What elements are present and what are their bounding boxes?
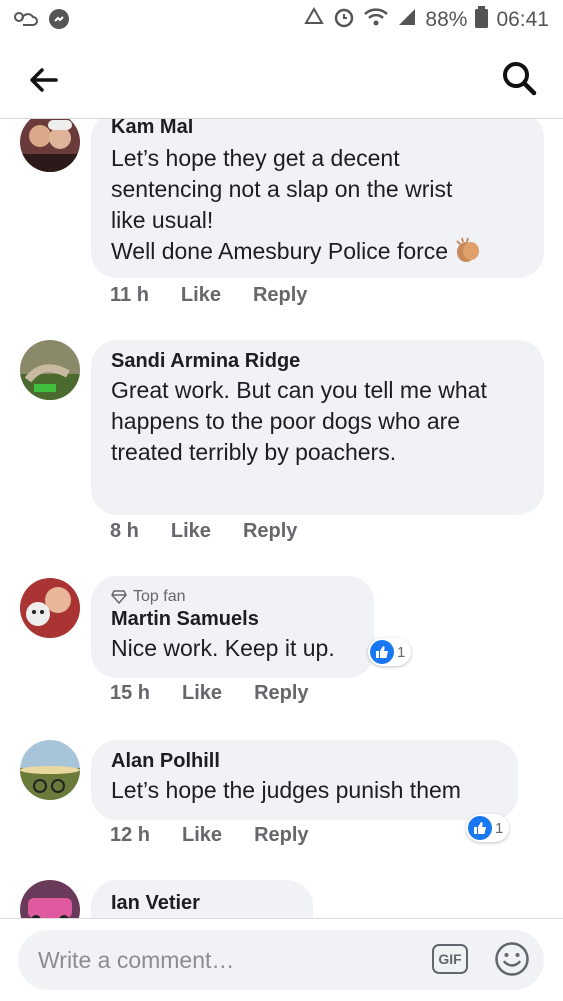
arrow-left-icon	[30, 68, 58, 92]
avatar[interactable]	[20, 340, 80, 400]
battery-icon	[475, 6, 489, 34]
gif-button[interactable]: GIF	[432, 944, 468, 974]
signal-icon	[397, 7, 417, 33]
like-button[interactable]: Like	[171, 520, 211, 543]
reaction-count: 1	[397, 643, 406, 661]
thumbs-up-icon	[468, 816, 492, 840]
app-bar	[0, 40, 563, 119]
comment-text: Nice work. Keep it up.	[111, 635, 335, 661]
comment-text: Great work. But can you tell me what hap…	[111, 377, 487, 465]
clapping-hands-emoji-icon	[454, 237, 482, 271]
comment-author[interactable]: Martin Samuels	[111, 608, 354, 631]
like-button[interactable]: Like	[182, 824, 222, 847]
reaction-count-badge[interactable]: 1	[466, 814, 510, 842]
reply-button[interactable]: Reply	[253, 284, 307, 307]
reply-button[interactable]: Reply	[254, 824, 308, 847]
comment-bubble[interactable]: Alan Polhill Let’s hope the judges punis…	[91, 740, 518, 820]
reply-button[interactable]: Reply	[254, 682, 308, 705]
comment-timestamp: 12 h	[110, 824, 151, 846]
status-bar: 88% 06:41	[0, 0, 563, 40]
comment-author[interactable]: Sandi Armina Ridge	[111, 350, 524, 373]
like-button[interactable]: Like	[182, 682, 222, 705]
comment-bubble[interactable]: Ian Vetier	[91, 880, 313, 918]
comment-author[interactable]: Kam Mal	[111, 118, 524, 139]
reaction-count: 1	[495, 819, 504, 837]
comment-timestamp: 11 h	[110, 284, 149, 306]
comment-timestamp: 8 h	[110, 520, 139, 542]
reaction-count-badge[interactable]: 1	[368, 638, 412, 666]
thumbs-up-icon	[370, 640, 394, 664]
top-fan-badge: Top fan	[133, 588, 186, 605]
wifi-icon	[363, 7, 389, 33]
weather-notification-icon	[12, 9, 38, 34]
search-button[interactable]	[499, 58, 539, 98]
comment-bubble[interactable]: Sandi Armina Ridge Great work. But can y…	[91, 340, 544, 515]
like-button[interactable]: Like	[181, 284, 221, 307]
avatar[interactable]	[20, 118, 80, 172]
emoji-button[interactable]	[494, 941, 530, 977]
comment-author[interactable]: Ian Vetier	[111, 892, 293, 915]
diamond-icon	[111, 590, 127, 604]
avatar[interactable]	[20, 880, 80, 918]
smiley-icon	[495, 942, 529, 976]
search-icon	[503, 62, 537, 96]
recycle-icon	[303, 6, 325, 33]
comment-text: Let’s hope they get a decent sentencing …	[111, 145, 453, 264]
comment-author[interactable]: Alan Polhill	[111, 750, 498, 773]
comment-bubble[interactable]: Kam Mal Let’s hope they get a decent sen…	[91, 118, 544, 278]
comment-text: Let’s hope the judges punish them	[111, 777, 461, 803]
back-button[interactable]	[26, 62, 62, 98]
avatar[interactable]	[20, 740, 80, 800]
reply-button[interactable]: Reply	[243, 520, 297, 543]
comment-composer: Write a comment… GIF	[0, 918, 563, 1001]
battery-percentage: 88%	[425, 8, 468, 31]
comment-timestamp: 15 h	[110, 682, 151, 704]
comment-bubble[interactable]: Top fan Martin Samuels Nice work. Keep i…	[91, 576, 374, 678]
messenger-notification-icon	[48, 8, 70, 35]
alarm-icon	[333, 6, 355, 34]
avatar[interactable]	[20, 578, 80, 638]
clock: 06:41	[496, 8, 549, 31]
comments-list: Kam Mal Let’s hope they get a decent sen…	[0, 118, 563, 918]
